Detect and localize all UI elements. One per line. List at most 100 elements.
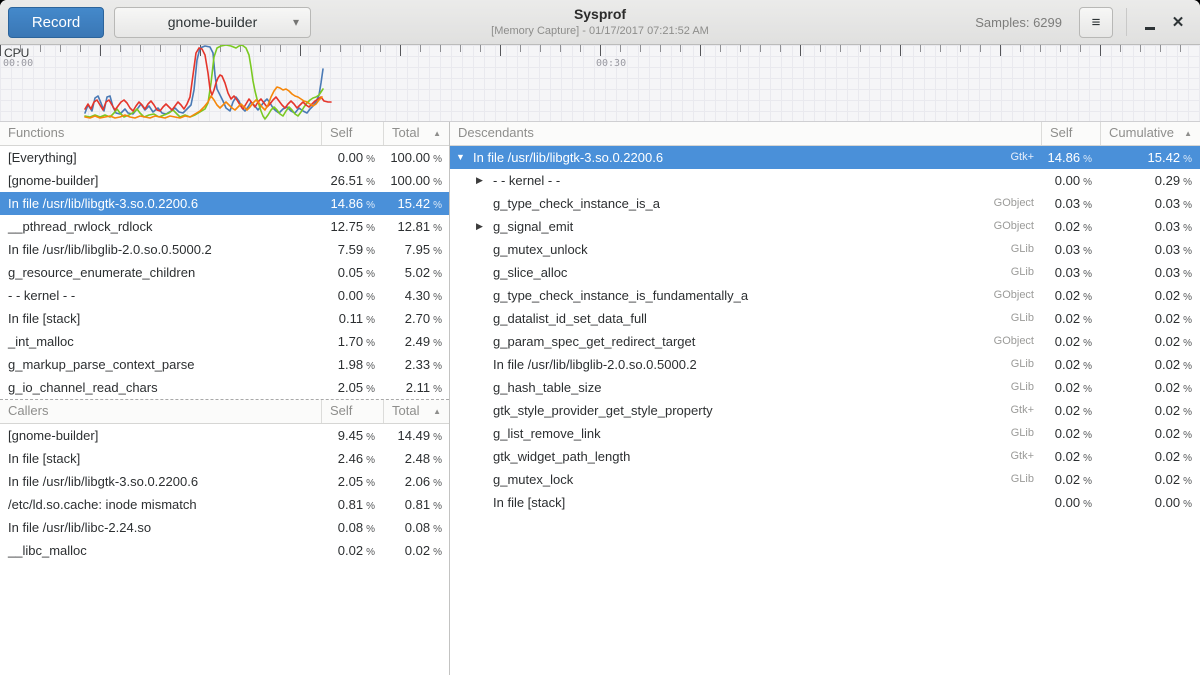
- tree-row[interactable]: g_mutex_lockGLib0.02%0.02%: [450, 468, 1200, 491]
- expander-closed-icon[interactable]: ▶: [476, 169, 493, 192]
- total-percent: 2.48%: [383, 447, 449, 470]
- table-row[interactable]: __libc_malloc0.02%0.02%: [0, 539, 449, 562]
- function-name: __pthread_rwlock_rdlock: [0, 215, 321, 238]
- self-column-header[interactable]: Self: [321, 122, 383, 145]
- table-row[interactable]: In file [stack]0.11%2.70%: [0, 307, 449, 330]
- cpu-graph[interactable]: CPU 00:00 00:30: [0, 45, 1200, 122]
- descendant-name-cell: ▶- - kernel - -: [450, 169, 1041, 192]
- callers-column-header[interactable]: Callers: [0, 400, 321, 423]
- functions-column-header[interactable]: Functions: [0, 122, 321, 145]
- total-percent: 100.00%: [383, 146, 449, 169]
- expander-open-icon[interactable]: ▼: [456, 146, 473, 169]
- self-percent: 0.02%: [1041, 330, 1100, 353]
- window-subtitle: [Memory Capture] - 01/17/2017 07:21:52 A…: [491, 25, 709, 37]
- descendant-name-cell: g_datalist_id_set_data_fullGLib: [450, 307, 1041, 330]
- self-percent: 1.70%: [321, 330, 383, 353]
- library-tag: GLib: [1011, 307, 1041, 330]
- tree-row[interactable]: g_type_check_instance_is_aGObject0.03%0.…: [450, 192, 1200, 215]
- descendant-name-cell: gtk_style_provider_get_style_propertyGtk…: [450, 399, 1041, 422]
- descendant-name: g_hash_table_size: [493, 376, 601, 399]
- tree-row[interactable]: ▶- - kernel - -0.00%0.29%: [450, 169, 1200, 192]
- function-name: /etc/ld.so.cache: inode mismatch: [0, 493, 321, 516]
- self-percent: 0.00%: [1041, 169, 1100, 192]
- functions-table-body: [Everything]0.00%100.00%[gnome-builder]2…: [0, 146, 449, 399]
- self-percent: 2.46%: [321, 447, 383, 470]
- table-row[interactable]: In file [stack]2.46%2.48%: [0, 447, 449, 470]
- sort-ascending-icon: ▲: [433, 401, 441, 423]
- table-row[interactable]: __pthread_rwlock_rdlock12.75%12.81%: [0, 215, 449, 238]
- tree-row[interactable]: g_hash_table_sizeGLib0.02%0.02%: [450, 376, 1200, 399]
- table-row[interactable]: In file /usr/lib/libgtk-3.so.0.2200.614.…: [0, 192, 449, 215]
- time-label-mid: 00:30: [596, 58, 626, 69]
- tree-row[interactable]: g_datalist_id_set_data_fullGLib0.02%0.02…: [450, 307, 1200, 330]
- tree-row[interactable]: In file [stack]0.00%0.00%: [450, 491, 1200, 514]
- function-name: __libc_malloc: [0, 539, 321, 562]
- descendant-name: g_type_check_instance_is_fundamentally_a: [493, 284, 748, 307]
- total-percent: 12.81%: [383, 215, 449, 238]
- table-row[interactable]: g_markup_parse_context_parse1.98%2.33%: [0, 353, 449, 376]
- function-name: [gnome-builder]: [0, 424, 321, 447]
- descendant-name-cell: gtk_widget_path_lengthGtk+: [450, 445, 1041, 468]
- self-percent: 26.51%: [321, 169, 383, 192]
- function-name: - - kernel - -: [0, 284, 321, 307]
- total-column-header[interactable]: Total ▲: [383, 122, 449, 145]
- total-percent: 100.00%: [383, 169, 449, 192]
- tree-row[interactable]: gtk_style_provider_get_style_propertyGtk…: [450, 399, 1200, 422]
- self-percent: 0.05%: [321, 261, 383, 284]
- self-percent: 0.02%: [1041, 307, 1100, 330]
- table-row[interactable]: In file /usr/lib/libglib-2.0.so.0.5000.2…: [0, 238, 449, 261]
- tree-row[interactable]: gtk_widget_path_lengthGtk+0.02%0.02%: [450, 445, 1200, 468]
- self-column-header[interactable]: Self: [1041, 122, 1100, 145]
- descendant-name-cell: g_type_check_instance_is_fundamentally_a…: [450, 284, 1041, 307]
- descendant-name: In file /usr/lib/libglib-2.0.so.0.5000.2: [493, 353, 697, 376]
- minimize-button[interactable]: [1136, 7, 1164, 38]
- library-tag: GLib: [1011, 261, 1041, 284]
- function-name: [gnome-builder]: [0, 169, 321, 192]
- tree-row[interactable]: ▶g_signal_emitGObject0.02%0.03%: [450, 215, 1200, 238]
- table-row[interactable]: g_resource_enumerate_children0.05%5.02%: [0, 261, 449, 284]
- self-percent: 0.02%: [1041, 353, 1100, 376]
- self-percent: 7.59%: [321, 238, 383, 261]
- tree-row[interactable]: g_type_check_instance_is_fundamentally_a…: [450, 284, 1200, 307]
- tree-row[interactable]: g_list_remove_linkGLib0.02%0.02%: [450, 422, 1200, 445]
- total-percent: 2.06%: [383, 470, 449, 493]
- process-selector-dropdown[interactable]: gnome-builder ▾: [114, 7, 311, 38]
- table-row[interactable]: _int_malloc1.70%2.49%: [0, 330, 449, 353]
- table-row[interactable]: [gnome-builder]9.45%14.49%: [0, 424, 449, 447]
- library-tag: GObject: [994, 330, 1041, 353]
- self-percent: 0.00%: [1041, 491, 1100, 514]
- tree-row[interactable]: g_mutex_unlockGLib0.03%0.03%: [450, 238, 1200, 261]
- descendant-name-cell: g_type_check_instance_is_aGObject: [450, 192, 1041, 215]
- table-row[interactable]: - - kernel - -0.00%4.30%: [0, 284, 449, 307]
- table-row[interactable]: /etc/ld.so.cache: inode mismatch0.81%0.8…: [0, 493, 449, 516]
- table-row[interactable]: g_io_channel_read_chars2.05%2.11%: [0, 376, 449, 399]
- headerbar-separator: [1126, 8, 1127, 36]
- descendant-name-cell: g_list_remove_linkGLib: [450, 422, 1041, 445]
- table-row[interactable]: In file /usr/lib/libgtk-3.so.0.2200.62.0…: [0, 470, 449, 493]
- close-button[interactable]: ✕: [1164, 7, 1192, 38]
- cumulative-column-header[interactable]: Cumulative ▲: [1100, 122, 1200, 145]
- descendant-name: g_mutex_unlock: [493, 238, 588, 261]
- record-button[interactable]: Record: [8, 7, 104, 38]
- tree-row[interactable]: g_param_spec_get_redirect_targetGObject0…: [450, 330, 1200, 353]
- expander-closed-icon[interactable]: ▶: [476, 215, 493, 238]
- library-tag: Gtk+: [1010, 146, 1041, 169]
- total-column-header[interactable]: Total ▲: [383, 400, 449, 423]
- descendant-name: - - kernel - -: [493, 169, 560, 192]
- descendants-column-header[interactable]: Descendants: [450, 122, 1041, 145]
- table-row[interactable]: In file /usr/lib/libc-2.24.so0.08%0.08%: [0, 516, 449, 539]
- tree-row[interactable]: In file /usr/lib/libglib-2.0.so.0.5000.2…: [450, 353, 1200, 376]
- function-name: [Everything]: [0, 146, 321, 169]
- descendant-name: gtk_widget_path_length: [493, 445, 630, 468]
- descendant-name: g_slice_alloc: [493, 261, 567, 284]
- tree-row[interactable]: ▼In file /usr/lib/libgtk-3.so.0.2200.6Gt…: [450, 146, 1200, 169]
- self-column-header[interactable]: Self: [321, 400, 383, 423]
- library-tag: Gtk+: [1010, 399, 1041, 422]
- table-row[interactable]: [Everything]0.00%100.00%: [0, 146, 449, 169]
- menu-button[interactable]: ≡: [1079, 7, 1113, 38]
- total-percent: 7.95%: [383, 238, 449, 261]
- library-tag: GLib: [1011, 422, 1041, 445]
- table-row[interactable]: [gnome-builder]26.51%100.00%: [0, 169, 449, 192]
- descendant-name-cell: g_hash_table_sizeGLib: [450, 376, 1041, 399]
- tree-row[interactable]: g_slice_allocGLib0.03%0.03%: [450, 261, 1200, 284]
